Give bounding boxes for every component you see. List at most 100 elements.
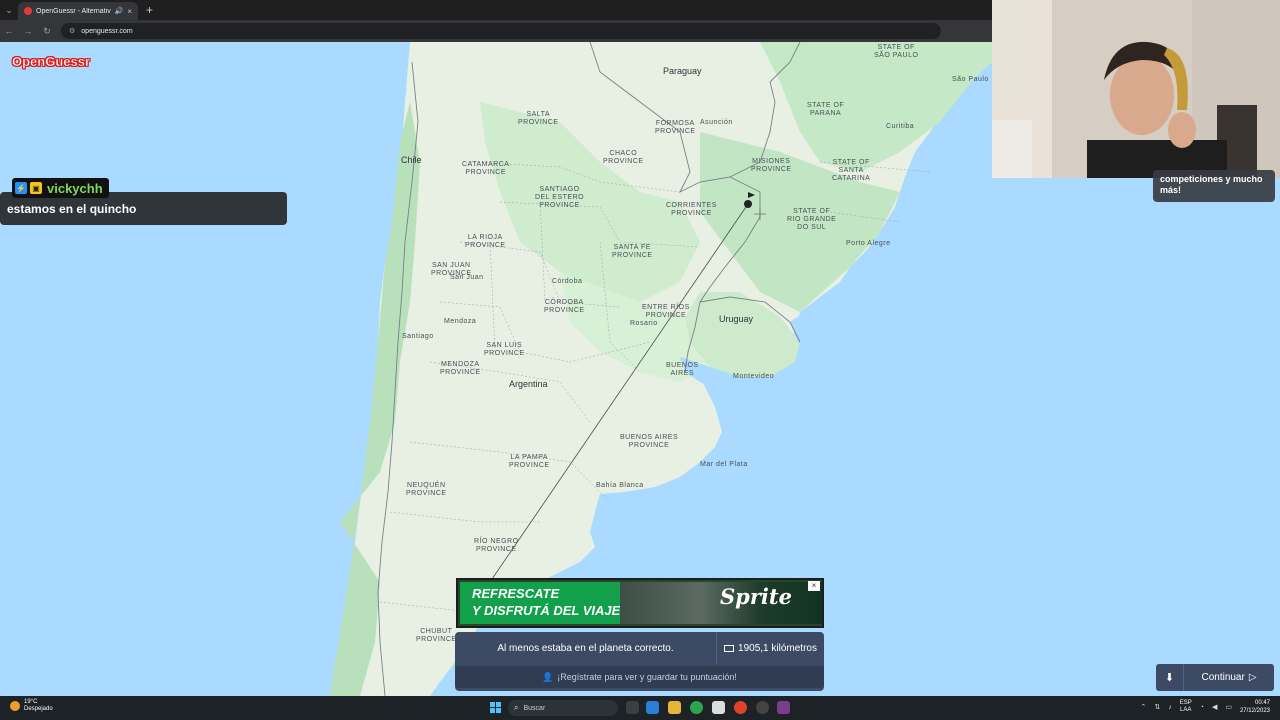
download-button[interactable]: ⬇	[1156, 664, 1184, 691]
user-icon: 👤	[542, 671, 554, 682]
province-label: BUENOS AIRES PROVINCE	[620, 434, 679, 449]
forward-button[interactable]: →	[23, 26, 33, 36]
network-icon[interactable]: ⇅	[1154, 703, 1160, 711]
lang-top: ESP	[1179, 700, 1192, 706]
ad-close-icon[interactable]: ×	[808, 581, 820, 591]
app-logo[interactable]: OpenGuessr	[12, 54, 90, 69]
browser-tab[interactable]: OpenGuessr - Alternativa g 🔊 ×	[18, 2, 138, 20]
signup-text[interactable]: ¡Regístrate para ver y guardar tu puntua…	[557, 672, 737, 682]
city-label: Curitiba	[886, 123, 915, 130]
province-label: MENDOZA PROVINCE	[440, 361, 481, 376]
site-info-icon[interactable]: ⚙	[69, 27, 75, 35]
address-bar[interactable]: ⚙ openguessr.com	[61, 23, 941, 39]
windows-start-icon[interactable]	[490, 702, 502, 714]
city-label: San Juan	[450, 274, 484, 281]
continue-button[interactable]: Continuar ▷	[1184, 664, 1274, 691]
country-label-chile: Chile	[401, 155, 422, 165]
brave-icon[interactable]	[734, 701, 747, 714]
speaker-icon[interactable]: 🔊	[115, 7, 124, 15]
chrome-icon[interactable]	[690, 701, 703, 714]
weather-icon	[10, 701, 20, 711]
result-message: Al menos estaba en el planeta correcto.	[455, 632, 717, 664]
tab-search-button[interactable]: ⌄	[0, 0, 18, 20]
promo-card[interactable]: competiciones y mucho más!	[1153, 170, 1275, 202]
weather-temp: 19°C	[24, 699, 38, 705]
city-label: Montevideo	[733, 373, 775, 380]
steam-icon[interactable]	[777, 701, 790, 714]
battery-icon[interactable]: ▭	[1225, 703, 1232, 711]
ad-headline: REFRESCATE	[472, 586, 560, 601]
country-label-paraguay: Paraguay	[663, 66, 702, 76]
new-tab-button[interactable]: +	[146, 3, 153, 17]
country-label-uruguay: Uruguay	[719, 314, 754, 324]
country-label-argentina: Argentina	[509, 379, 548, 389]
ruler-icon	[724, 644, 735, 652]
webcam-image	[992, 0, 1280, 178]
favicon-icon	[24, 7, 32, 15]
root: ⌄ OpenGuessr - Alternativa g 🔊 × + ← → ↻…	[0, 0, 1280, 720]
copilot-icon[interactable]	[646, 701, 659, 714]
province-label: FORMOSA PROVINCE	[655, 120, 696, 135]
signup-link[interactable]: 👤 ¡Regístrate para ver y guardar tu punt…	[455, 666, 824, 688]
province-label: LA RIOJA PROVINCE	[465, 234, 506, 249]
result-distance: 1905,1 kilómetros	[717, 632, 824, 664]
map-right-extension[interactable]	[992, 178, 1280, 696]
file-explorer-icon[interactable]	[668, 701, 681, 714]
browser-tabbar: ⌄ OpenGuessr - Alternativa g 🔊 × +	[0, 0, 992, 20]
search-icon: ⌕	[514, 703, 519, 712]
province-label: SANTA FE PROVINCE	[612, 244, 653, 259]
chat-username: vickychh	[47, 180, 103, 196]
volume-icon[interactable]: ◀	[1212, 703, 1217, 711]
city-label: Santiago	[402, 333, 434, 340]
city-label: Porto Alegre	[846, 240, 891, 247]
province-label: STATE OF RIO GRANDE DO SUL	[787, 208, 837, 231]
browser-toolbar: ← → ↻ ⚙ openguessr.com	[0, 20, 992, 42]
tab-title: OpenGuessr - Alternativa g	[36, 7, 111, 15]
city-label: Asunción	[700, 119, 733, 126]
store-icon[interactable]	[712, 701, 725, 714]
province-label: SALTA PROVINCE	[518, 111, 559, 126]
reload-button[interactable]: ↻	[42, 26, 52, 37]
province-label: CATAMARCA PROVINCE	[462, 161, 510, 176]
city-label: Bahía Blanca	[596, 482, 644, 489]
back-button[interactable]: ←	[4, 26, 14, 36]
province-label: RÍO NEGRO PROVINCE	[474, 538, 519, 553]
close-tab-icon[interactable]: ×	[127, 7, 132, 16]
result-panel: Al menos estaba en el planeta correcto. …	[455, 632, 824, 691]
mic-icon[interactable]: ♪	[1168, 704, 1172, 711]
language-indicator[interactable]: ESP LAA	[1180, 700, 1192, 714]
system-tray: ⌃ ⇅ ♪ ESP LAA ◔ ◀ ▭ 00:47 27/12/2023	[1140, 699, 1270, 715]
province-label: STATE OF SANTA CATARINA	[832, 159, 871, 182]
province-label: CHACO PROVINCE	[603, 150, 644, 165]
province-label: BUENOS AIRES	[666, 362, 699, 377]
province-label: MISIONES PROVINCE	[751, 158, 792, 173]
ad-subheadline: Y DISFRUTÁ DEL VIAJE	[472, 603, 621, 618]
clock[interactable]: 00:47 27/12/2023	[1240, 699, 1270, 715]
continue-label[interactable]: Continuar	[1201, 672, 1244, 683]
weather-widget[interactable]: 19°C Despejado	[10, 699, 53, 713]
prime-badge-icon: ⚡	[15, 182, 27, 194]
obs-icon[interactable]	[756, 701, 769, 714]
sub-badge-icon: ▣	[30, 182, 42, 194]
province-label: CORRIENTES PROVINCE	[666, 202, 717, 217]
taskbar-search[interactable]: ⌕ Buscar	[508, 700, 618, 716]
weather-desc: Despejado	[24, 706, 53, 712]
search-placeholder[interactable]: Buscar	[523, 705, 545, 712]
wifi-icon[interactable]: ◔	[1200, 704, 1204, 711]
province-label: SAN LUIS PROVINCE	[484, 342, 525, 357]
weather-text: 19°C Despejado	[24, 699, 53, 713]
city-label: Mar del Plata	[700, 461, 748, 468]
chevron-up-icon[interactable]: ⌃	[1140, 703, 1146, 711]
lang-bottom: LAA	[1180, 707, 1192, 713]
distance-value: 1905,1 kilómetros	[738, 642, 817, 654]
chat-message-text: estamos en el quincho	[7, 201, 137, 216]
province-label: STATE OF PARANA	[807, 102, 845, 117]
play-icon: ▷	[1248, 672, 1257, 683]
province-label: CHUBUT PROVINCE	[416, 628, 457, 643]
address-url[interactable]: openguessr.com	[81, 28, 132, 35]
ad-banner[interactable]: REFRESCATE Y DISFRUTÁ DEL VIAJE Sprite ×	[456, 578, 824, 628]
clock-date: 27/12/2023	[1239, 708, 1270, 714]
task-view-icon[interactable]	[626, 701, 639, 714]
province-label: CÓRDOBA PROVINCE	[544, 299, 585, 314]
ad-brand: Sprite	[720, 584, 792, 609]
